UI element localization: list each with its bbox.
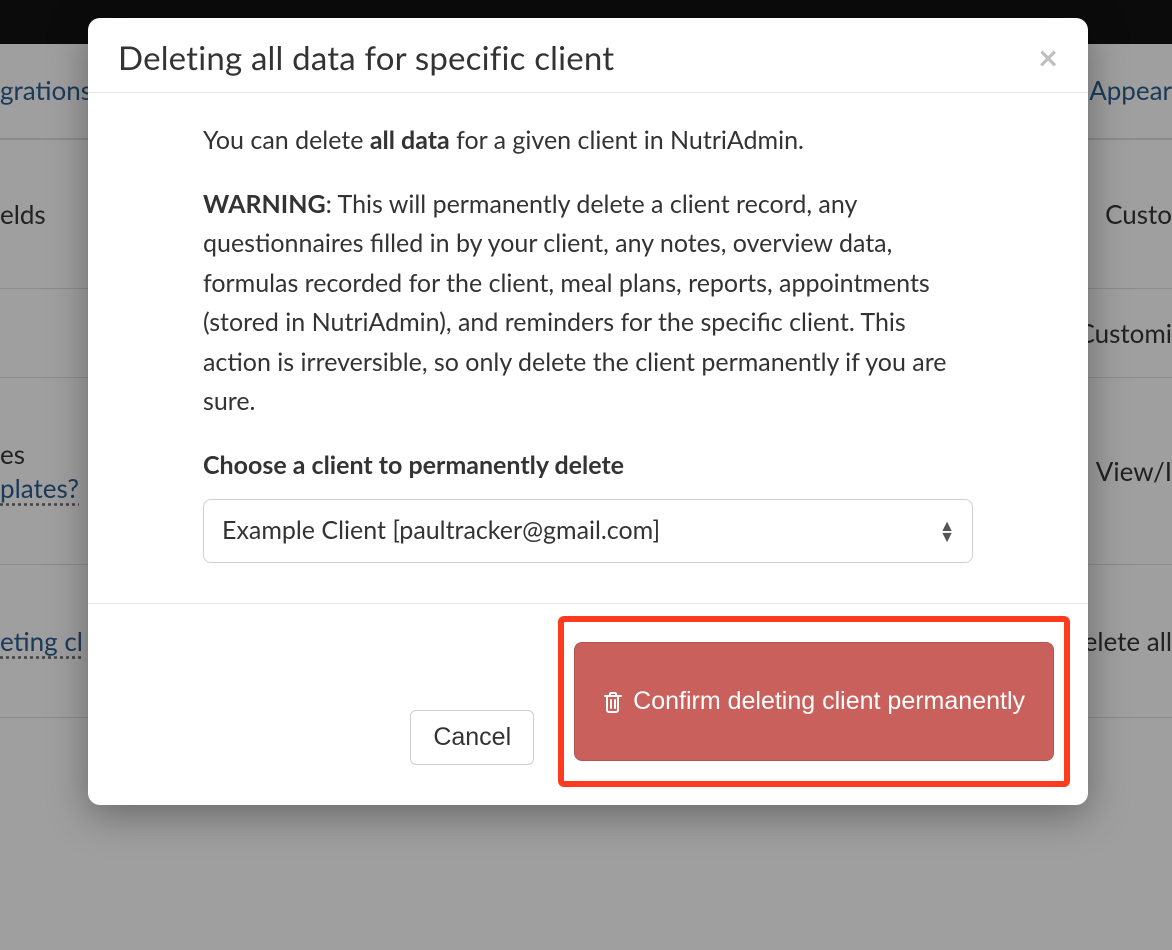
intro-prefix: You can delete <box>203 125 370 155</box>
warning-text: : This will permanently delete a client … <box>203 189 947 417</box>
delete-client-modal: Deleting all data for specific client × … <box>88 18 1088 805</box>
confirm-delete-button[interactable]: Confirm deleting client permanently <box>574 642 1054 761</box>
close-icon[interactable]: × <box>1038 41 1058 75</box>
warning-label: WARNING <box>203 189 326 219</box>
intro-suffix: for a given client in NutriAdmin. <box>450 125 804 155</box>
client-select-label: Choose a client to permanently delete <box>203 446 973 486</box>
modal-overlay: Deleting all data for specific client × … <box>0 0 1172 950</box>
cancel-button[interactable]: Cancel <box>410 710 534 765</box>
modal-header: Deleting all data for specific client × <box>88 18 1088 93</box>
modal-footer: Cancel Confirm deleting client permanent… <box>88 603 1088 805</box>
modal-intro: You can delete all data for a given clie… <box>203 121 973 161</box>
client-select[interactable]: Example Client [paultracker@gmail.com] ▲… <box>203 499 973 563</box>
client-select-value: Example Client [paultracker@gmail.com] <box>222 511 660 551</box>
modal-body: You can delete all data for a given clie… <box>88 93 1088 603</box>
trash-icon <box>603 691 623 713</box>
confirm-delete-label: Confirm deleting client permanently <box>633 687 1025 716</box>
chevron-updown-icon: ▲▼ <box>939 520 955 542</box>
modal-title: Deleting all data for specific client <box>118 38 614 78</box>
modal-warning: WARNING: This will permanently delete a … <box>203 185 973 422</box>
intro-bold: all data <box>370 125 450 155</box>
confirm-highlight-box: Confirm deleting client permanently <box>558 616 1070 787</box>
